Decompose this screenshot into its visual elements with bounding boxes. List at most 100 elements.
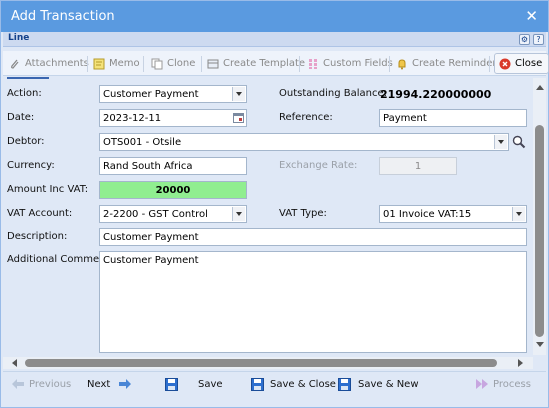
active-tab-indicator	[7, 77, 49, 79]
close-label: Close	[515, 58, 543, 69]
description-value: Customer Payment	[103, 232, 199, 243]
save-close-button[interactable]: Save & Close	[251, 375, 336, 393]
outstanding-balance-value: 21994.220000000	[380, 88, 492, 101]
date-value: 2023-12-11	[103, 113, 162, 124]
additional-comment-textarea[interactable]: Customer Payment	[99, 251, 527, 353]
add-transaction-window: Add Transaction ✕ Line ⚙ ? Attachments M…	[0, 0, 549, 408]
window-title: Add Transaction	[11, 9, 115, 24]
next-button[interactable]: Next	[87, 375, 132, 393]
custom-fields-label: Custom Fields	[323, 58, 393, 69]
memo-button[interactable]: Memo	[93, 53, 140, 74]
horizontal-scroll-thumb[interactable]	[25, 359, 497, 367]
close-button[interactable]: Close	[494, 53, 549, 74]
debtor-select[interactable]: OTS001 - Otsile	[99, 133, 509, 151]
debtor-label: Debtor:	[7, 136, 45, 147]
template-icon	[207, 58, 219, 70]
chevron-down-icon[interactable]	[512, 207, 525, 221]
amount-value: 20000	[155, 185, 191, 196]
date-field[interactable]: 2023-12-11	[99, 109, 247, 127]
toolbar-separator	[143, 56, 144, 72]
previous-button[interactable]: Previous	[11, 375, 71, 393]
toolbar-separator	[389, 56, 390, 72]
amount-field[interactable]: 20000	[99, 181, 247, 199]
save-new-label: Save & New	[358, 378, 419, 390]
create-reminder-label: Create Reminder	[412, 58, 497, 69]
scroll-up-icon[interactable]	[536, 85, 544, 90]
clone-label: Clone	[167, 58, 196, 69]
floppy-disk-icon	[338, 377, 351, 391]
vat-account-label: VAT Account:	[7, 208, 73, 219]
create-reminder-button[interactable]: Create Reminder	[396, 53, 497, 74]
vat-type-value: 01 Invoice VAT:15	[383, 209, 472, 220]
scroll-left-icon[interactable]	[12, 359, 17, 367]
attachments-button[interactable]: Attachments	[9, 53, 89, 74]
currency-field[interactable]: Rand South Africa	[99, 157, 247, 175]
attachments-label: Attachments	[25, 58, 89, 69]
memo-icon	[93, 58, 105, 70]
create-template-label: Create Template	[223, 58, 306, 69]
memo-label: Memo	[109, 58, 140, 69]
currency-value: Rand South Africa	[103, 161, 193, 172]
vat-type-select[interactable]: 01 Invoice VAT:15	[379, 205, 527, 223]
vat-account-select[interactable]: 2-2200 - GST Control	[99, 205, 247, 223]
action-label: Action:	[7, 88, 42, 99]
vat-account-value: 2-2200 - GST Control	[103, 209, 208, 220]
transaction-form: Action: Customer Payment Outstanding Bal…	[3, 77, 533, 357]
description-field[interactable]: Customer Payment	[99, 228, 527, 246]
exchange-rate-field: 1	[379, 157, 457, 175]
save-close-label: Save & Close	[270, 378, 336, 390]
title-bar: Add Transaction ✕	[1, 1, 548, 32]
reference-label: Reference:	[279, 112, 333, 123]
toolbar-separator	[489, 56, 490, 72]
action-select[interactable]: Customer Payment	[99, 85, 247, 103]
reference-field[interactable]: Payment	[379, 109, 527, 127]
debtor-value: OTS001 - Otsile	[103, 137, 182, 148]
calendar-icon[interactable]	[233, 112, 244, 123]
save-button[interactable]: Save	[165, 375, 223, 393]
clone-icon	[151, 58, 163, 70]
vertical-scrollbar[interactable]	[533, 78, 546, 355]
floppy-disk-icon	[251, 377, 264, 391]
vertical-scroll-thumb[interactable]	[535, 125, 544, 337]
chevron-down-icon[interactable]	[494, 135, 507, 149]
close-circle-icon	[499, 58, 511, 70]
arrow-left-icon	[11, 378, 25, 390]
reference-value: Payment	[383, 113, 427, 124]
horizontal-scrollbar[interactable]	[3, 357, 533, 369]
window-bottom-edge	[1, 396, 548, 407]
save-label: Save	[198, 378, 223, 390]
amount-label: Amount Inc VAT:	[7, 184, 89, 195]
description-label: Description:	[7, 231, 68, 242]
chevron-down-icon[interactable]	[232, 87, 245, 101]
toolbar-separator	[87, 56, 88, 72]
help-icon[interactable]: ?	[533, 34, 544, 45]
process-button[interactable]: Process	[475, 375, 531, 393]
scroll-right-icon[interactable]	[518, 359, 523, 367]
create-template-button[interactable]: Create Template	[207, 53, 305, 74]
date-label: Date:	[7, 112, 35, 123]
exchange-rate-label: Exchange Rate:	[279, 160, 358, 171]
gear-icon[interactable]: ⚙	[519, 34, 530, 45]
process-label: Process	[493, 378, 531, 390]
custom-fields-button[interactable]: Custom Fields	[307, 53, 393, 74]
search-icon[interactable]	[512, 135, 526, 149]
save-new-button[interactable]: Save & New	[338, 375, 419, 393]
previous-label: Previous	[29, 378, 72, 390]
clone-button[interactable]: Clone	[151, 53, 195, 74]
fast-forward-icon	[475, 378, 489, 390]
additional-comment-label: Additional Comment:	[7, 254, 113, 265]
panel-label: Line	[8, 33, 30, 43]
next-label: Next	[87, 378, 111, 390]
floppy-disk-icon	[165, 377, 178, 391]
window-close-icon[interactable]: ✕	[525, 7, 538, 25]
bell-icon	[396, 58, 408, 70]
toolbar: Attachments Memo Clone Create Template C…	[3, 51, 549, 76]
vat-type-label: VAT Type:	[279, 208, 327, 219]
panel-header: Line ⚙ ?	[3, 32, 546, 47]
chevron-down-icon[interactable]	[232, 207, 245, 221]
scroll-down-icon[interactable]	[536, 342, 544, 347]
paperclip-icon	[9, 58, 21, 70]
exchange-rate-value: 1	[414, 161, 422, 172]
arrow-right-icon	[118, 378, 132, 390]
additional-comment-value: Customer Payment	[103, 255, 199, 266]
